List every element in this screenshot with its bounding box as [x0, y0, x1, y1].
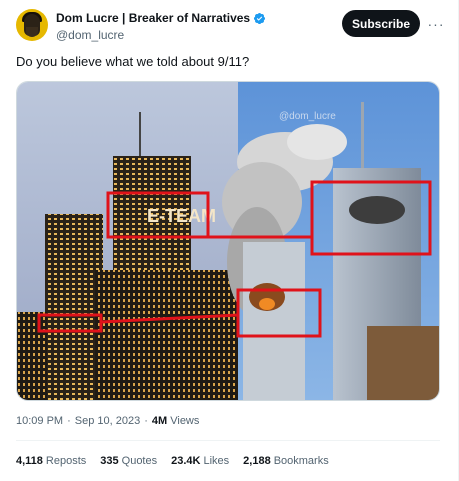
author-handle[interactable]: @dom_lucre — [56, 28, 266, 42]
tweet-card: Dom Lucre | Breaker of Narratives @dom_l… — [0, 0, 459, 481]
meta-separator: · — [144, 415, 148, 427]
divider — [16, 440, 440, 441]
more-horizontal-icon[interactable]: ··· — [426, 14, 446, 34]
subscribe-button[interactable]: Subscribe — [342, 10, 420, 37]
tweet-meta: 10:09 PM · Sep 10, 2023 · 4M Views — [16, 415, 199, 427]
meta-separator: · — [67, 415, 71, 427]
views: 4M Views — [152, 415, 200, 427]
tweet-stats: 4,118 Reposts 335 Quotes 23.4K Likes 2,188 B… — [16, 455, 329, 467]
watermark-text: @dom_lucre — [279, 111, 336, 122]
twin-towers-collage: E-TEAM @dom_lucre — [17, 82, 439, 400]
tweet-date[interactable]: Sep 10, 2023 — [75, 415, 140, 427]
reposts-stat[interactable]: 4,118 Reposts — [16, 455, 86, 467]
tweet-header: Dom Lucre | Breaker of Narratives @dom_l… — [16, 8, 446, 44]
avatar[interactable] — [16, 9, 48, 41]
tweet-time[interactable]: 10:09 PM — [16, 415, 63, 427]
views-count: 4M — [151, 415, 168, 427]
verified-badge-icon — [254, 12, 266, 24]
likes-stat[interactable]: 23.4K Likes — [171, 455, 229, 467]
bookmarks-stat[interactable]: 2,188 Bookmarks — [243, 455, 329, 467]
quotes-stat[interactable]: 335 Quotes — [100, 455, 157, 467]
tweet-text: Do you believe what we told about 9/11? — [16, 54, 250, 69]
author-names: Dom Lucre | Breaker of Narratives @dom_l… — [56, 10, 266, 42]
author-display-name[interactable]: Dom Lucre | Breaker of Narratives — [56, 11, 250, 25]
sign-text: E-TEAM — [147, 206, 216, 226]
tweet-media-image[interactable]: E-TEAM @dom_lucre — [16, 81, 440, 401]
views-label: Views — [170, 415, 200, 427]
